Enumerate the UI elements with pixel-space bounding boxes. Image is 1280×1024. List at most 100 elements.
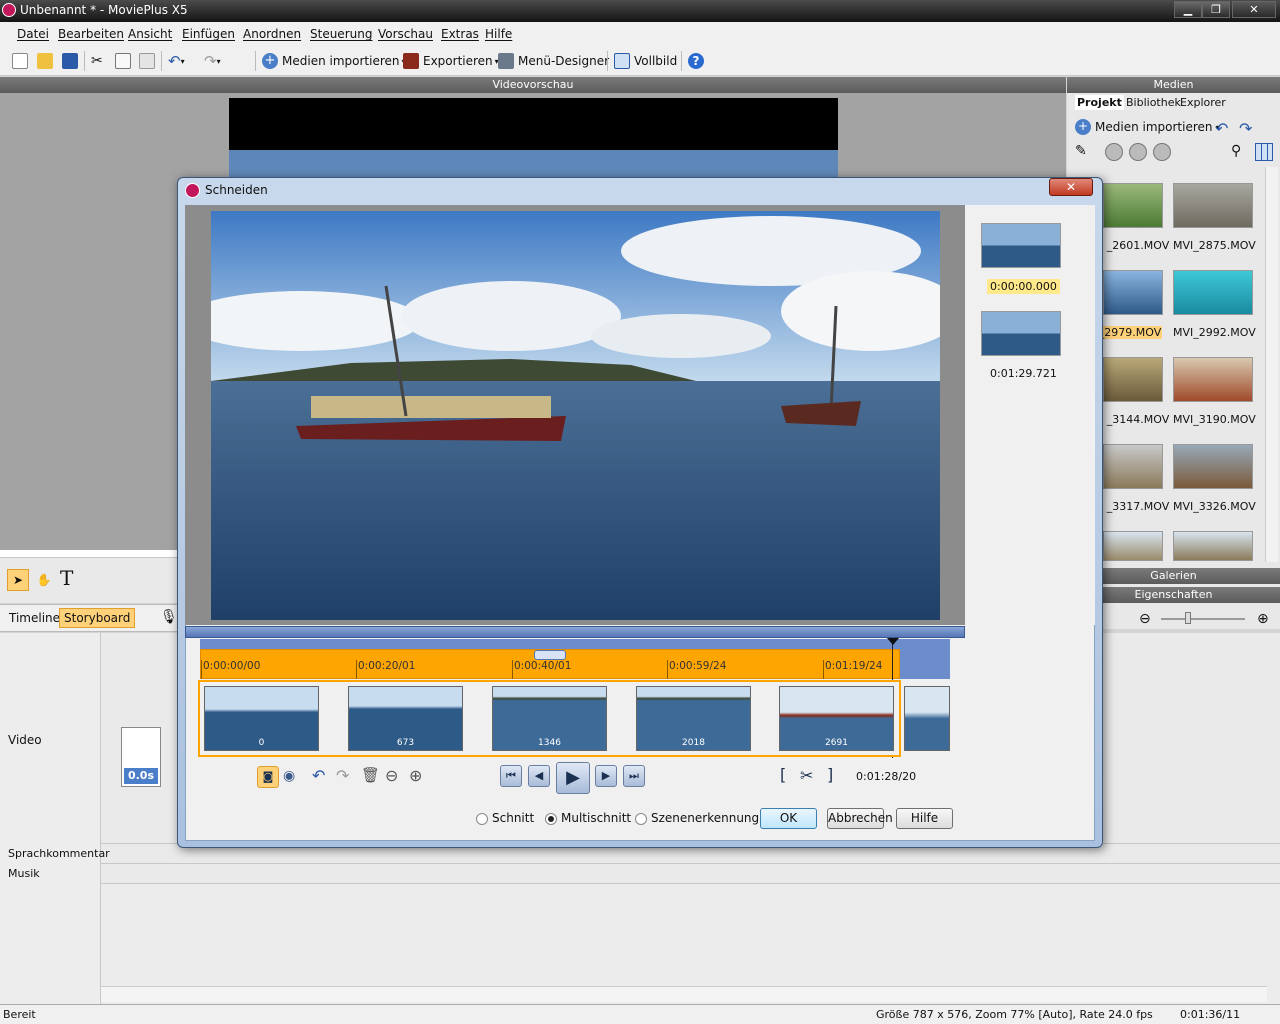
minimize-button[interactable]: ▁: [1174, 1, 1202, 18]
menu-datei[interactable]: Datei: [17, 27, 49, 41]
help-icon[interactable]: ?: [688, 49, 704, 73]
dialog-undo-icon[interactable]: ↶: [312, 766, 325, 785]
copy-icon[interactable]: [115, 49, 131, 73]
clip-thumbnail[interactable]: [1173, 270, 1253, 315]
menu-hilfe[interactable]: Hilfe: [485, 27, 512, 41]
clip-label-selected: _2979.MOV: [1098, 326, 1162, 339]
clip-thumbnail[interactable]: [1103, 531, 1163, 561]
zoom-slider-thumb[interactable]: [1185, 612, 1191, 624]
go-to-end-icon[interactable]: ⏭: [623, 765, 645, 787]
pencil-icon[interactable]: ✎: [1075, 143, 1087, 159]
menu-bearbeiten[interactable]: Bearbeiten: [58, 27, 124, 41]
dialog-timeline-ruler[interactable]: 0:00:00/00 0:00:20/01 0:00:40/01 0:00:59…: [200, 649, 900, 679]
frame-thumbnail[interactable]: 1346: [492, 686, 607, 751]
image-filter-icon[interactable]: [1129, 143, 1147, 161]
menu-extras[interactable]: Extras: [441, 27, 479, 41]
menu-designer-button[interactable]: Menü-Designer: [498, 49, 609, 73]
frame-thumbnail[interactable]: 2691: [779, 686, 894, 751]
maximize-button[interactable]: ❐: [1202, 1, 1230, 18]
pointer-tool-icon[interactable]: ➤: [7, 569, 29, 591]
clip-thumbnail[interactable]: [1103, 444, 1163, 489]
zoom-out-icon[interactable]: ⊖: [1139, 611, 1151, 627]
media-import-button[interactable]: + Medien importieren ▾: [1075, 119, 1220, 135]
split-scissors-icon[interactable]: ✂: [800, 766, 813, 785]
status-text: Bereit: [3, 1008, 36, 1021]
clip-thumbnail[interactable]: [1173, 531, 1253, 561]
clip-thumbnail[interactable]: [1103, 357, 1163, 402]
grid-view-icon[interactable]: [1255, 143, 1273, 161]
radio-schnitt-label: Schnitt: [492, 811, 535, 825]
delete-icon[interactable]: 🗑: [361, 766, 380, 784]
dialog-range-bar[interactable]: [200, 639, 950, 649]
clip-thumbnail[interactable]: [1173, 357, 1253, 402]
clip-thumbnail[interactable]: [1103, 270, 1163, 315]
menu-ansicht[interactable]: Ansicht: [128, 27, 172, 41]
dialog-redo-icon[interactable]: ↷: [336, 766, 349, 785]
redo-icon[interactable]: ↷ ▾: [204, 49, 221, 73]
media-scrollbar[interactable]: [1265, 167, 1278, 562]
paste-icon[interactable]: [139, 49, 155, 73]
audio-filter-icon[interactable]: [1153, 143, 1171, 161]
open-folder-icon[interactable]: [37, 49, 53, 73]
undo-arrow-icon[interactable]: ↶: [1215, 119, 1228, 138]
radio-multischnitt[interactable]: [545, 813, 557, 825]
tab-bibliothek[interactable]: Bibliothek: [1126, 96, 1181, 109]
import-media-button[interactable]: +Medien importieren▾: [262, 49, 406, 73]
dialog-close-button[interactable]: ✕: [1049, 178, 1093, 196]
main-toolbar: ✂ ↶▾ ↷▾ +Medien importieren▾ Exportieren…: [0, 46, 1280, 76]
tab-projekt[interactable]: Projekt: [1075, 95, 1124, 110]
go-to-start-icon[interactable]: ⏮: [500, 765, 522, 787]
menu-steuerung[interactable]: Steuerung: [310, 27, 372, 41]
playhead-handle[interactable]: [534, 650, 566, 660]
frame-number: 673: [396, 738, 415, 748]
in-marker-thumbnail[interactable]: [981, 223, 1061, 268]
tab-timeline[interactable]: Timeline: [9, 611, 60, 625]
step-forward-icon[interactable]: ▶: [595, 765, 617, 787]
clip-thumbnail[interactable]: [1103, 183, 1163, 228]
loop-icon[interactable]: ◙: [257, 766, 279, 788]
clip-thumbnail[interactable]: [1173, 444, 1253, 489]
frame-thumbnail[interactable]: 673: [348, 686, 463, 751]
text-tool-icon[interactable]: T: [60, 566, 73, 590]
export-button[interactable]: Exportieren ▾: [403, 49, 499, 73]
save-icon[interactable]: [62, 49, 78, 73]
menu-einfuegen[interactable]: Einfügen: [182, 27, 235, 41]
menu-vorschau[interactable]: Vorschau: [378, 27, 433, 41]
video-filter-icon[interactable]: [1105, 143, 1123, 161]
tab-storyboard[interactable]: Storyboard: [59, 608, 136, 628]
tab-explorer[interactable]: Explorer: [1180, 96, 1226, 109]
zoom-out-dialog-icon[interactable]: ⊖: [385, 766, 398, 785]
new-file-icon[interactable]: [12, 49, 28, 73]
zoom-icon[interactable]: ⚲: [1231, 143, 1241, 159]
out-marker-thumbnail[interactable]: [981, 311, 1061, 356]
step-back-icon[interactable]: ◀: [528, 765, 550, 787]
set-out-point-icon[interactable]: ]: [827, 765, 833, 784]
cut-icon[interactable]: ✂: [91, 49, 103, 73]
volume-icon[interactable]: ◉: [283, 768, 295, 784]
dialog-zoom-bar[interactable]: [185, 626, 965, 638]
radio-schnitt[interactable]: [476, 813, 488, 825]
zoom-in-dialog-icon[interactable]: ⊕: [409, 766, 422, 785]
status-info: Größe 787 x 576, Zoom 77% [Auto], Rate 2…: [876, 1008, 1153, 1021]
storyboard-clip[interactable]: 0.0s: [121, 727, 161, 787]
radio-szenenerkennung[interactable]: [635, 813, 647, 825]
redo-arrow-icon[interactable]: ↷: [1239, 119, 1252, 138]
hand-tool-icon[interactable]: ✋: [33, 569, 55, 591]
play-button[interactable]: ▶: [556, 762, 590, 794]
close-button[interactable]: ✕: [1232, 1, 1276, 18]
undo-icon[interactable]: ↶ ▾: [168, 49, 185, 73]
frame-thumbnail[interactable]: 0: [204, 686, 319, 751]
frame-thumbnail[interactable]: 2018: [636, 686, 751, 751]
menu-anordnen[interactable]: Anordnen: [243, 27, 301, 41]
clip-thumbnail[interactable]: [1173, 183, 1253, 228]
frame-thumbnail[interactable]: [904, 686, 950, 751]
ok-button[interactable]: OK: [760, 808, 817, 829]
set-in-point-icon[interactable]: [: [780, 765, 786, 784]
help-button[interactable]: Hilfe: [896, 808, 953, 829]
horizontal-scrollbar[interactable]: [101, 986, 1267, 1002]
cancel-button[interactable]: Abbrechen: [827, 808, 893, 829]
zoom-slider[interactable]: [1161, 618, 1245, 620]
zoom-in-icon[interactable]: ⊕: [1257, 611, 1269, 627]
microphone-icon[interactable]: 🎙: [160, 609, 178, 625]
fullscreen-button[interactable]: Vollbild: [614, 49, 677, 73]
